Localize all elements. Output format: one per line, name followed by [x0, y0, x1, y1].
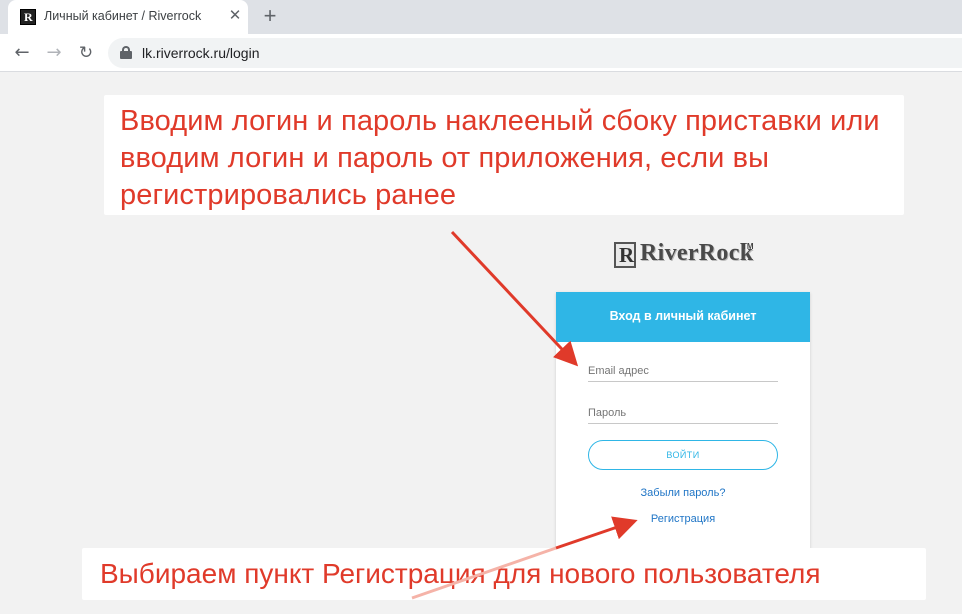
- page-content: Вводим логин и пароль наклееный сбоку пр…: [0, 72, 962, 614]
- forward-arrow-icon[interactable]: →: [42, 41, 66, 65]
- browser-toolbar: ← → ↻ lk.riverrock.ru/login: [0, 34, 962, 72]
- instruction-callout-bottom: Выбираем пункт Регистрация для нового по…: [82, 548, 926, 600]
- riverrock-favicon-icon: [20, 9, 36, 25]
- back-arrow-icon[interactable]: ←: [10, 41, 34, 65]
- instruction-text-bottom: Выбираем пункт Регистрация для нового по…: [100, 558, 821, 589]
- login-card: Вход в личный кабинет ВОЙТИ Забыли парол…: [556, 292, 810, 554]
- reload-icon[interactable]: ↻: [74, 41, 98, 65]
- password-field[interactable]: [588, 402, 778, 424]
- logo-text: RiverRock: [640, 240, 754, 266]
- login-button[interactable]: ВОЙТИ: [588, 440, 778, 470]
- logo-r-icon: [614, 242, 636, 268]
- url-text[interactable]: lk.riverrock.ru/login: [142, 45, 259, 61]
- instruction-text-top: Вводим логин и пароль наклееный сбоку пр…: [120, 105, 880, 211]
- logo-trademark: TM: [742, 242, 754, 251]
- tab-strip: Личный кабинет / Riverrock ✕ +: [0, 0, 962, 34]
- browser-tab[interactable]: Личный кабинет / Riverrock ✕: [8, 0, 248, 34]
- riverrock-logo: RiverRock TM: [612, 240, 754, 272]
- tab-title: Личный кабинет / Riverrock: [44, 9, 202, 23]
- login-card-header: Вход в личный кабинет: [556, 292, 810, 342]
- instruction-callout-top: Вводим логин и пароль наклееный сбоку пр…: [104, 95, 904, 215]
- email-field[interactable]: [588, 360, 778, 382]
- lock-icon[interactable]: [120, 46, 132, 59]
- tab-close-icon[interactable]: ✕: [226, 7, 244, 25]
- forgot-password-link[interactable]: Забыли пароль?: [556, 487, 810, 499]
- new-tab-icon[interactable]: +: [258, 5, 282, 29]
- register-link[interactable]: Регистрация: [556, 513, 810, 525]
- address-bar[interactable]: lk.riverrock.ru/login: [108, 38, 962, 68]
